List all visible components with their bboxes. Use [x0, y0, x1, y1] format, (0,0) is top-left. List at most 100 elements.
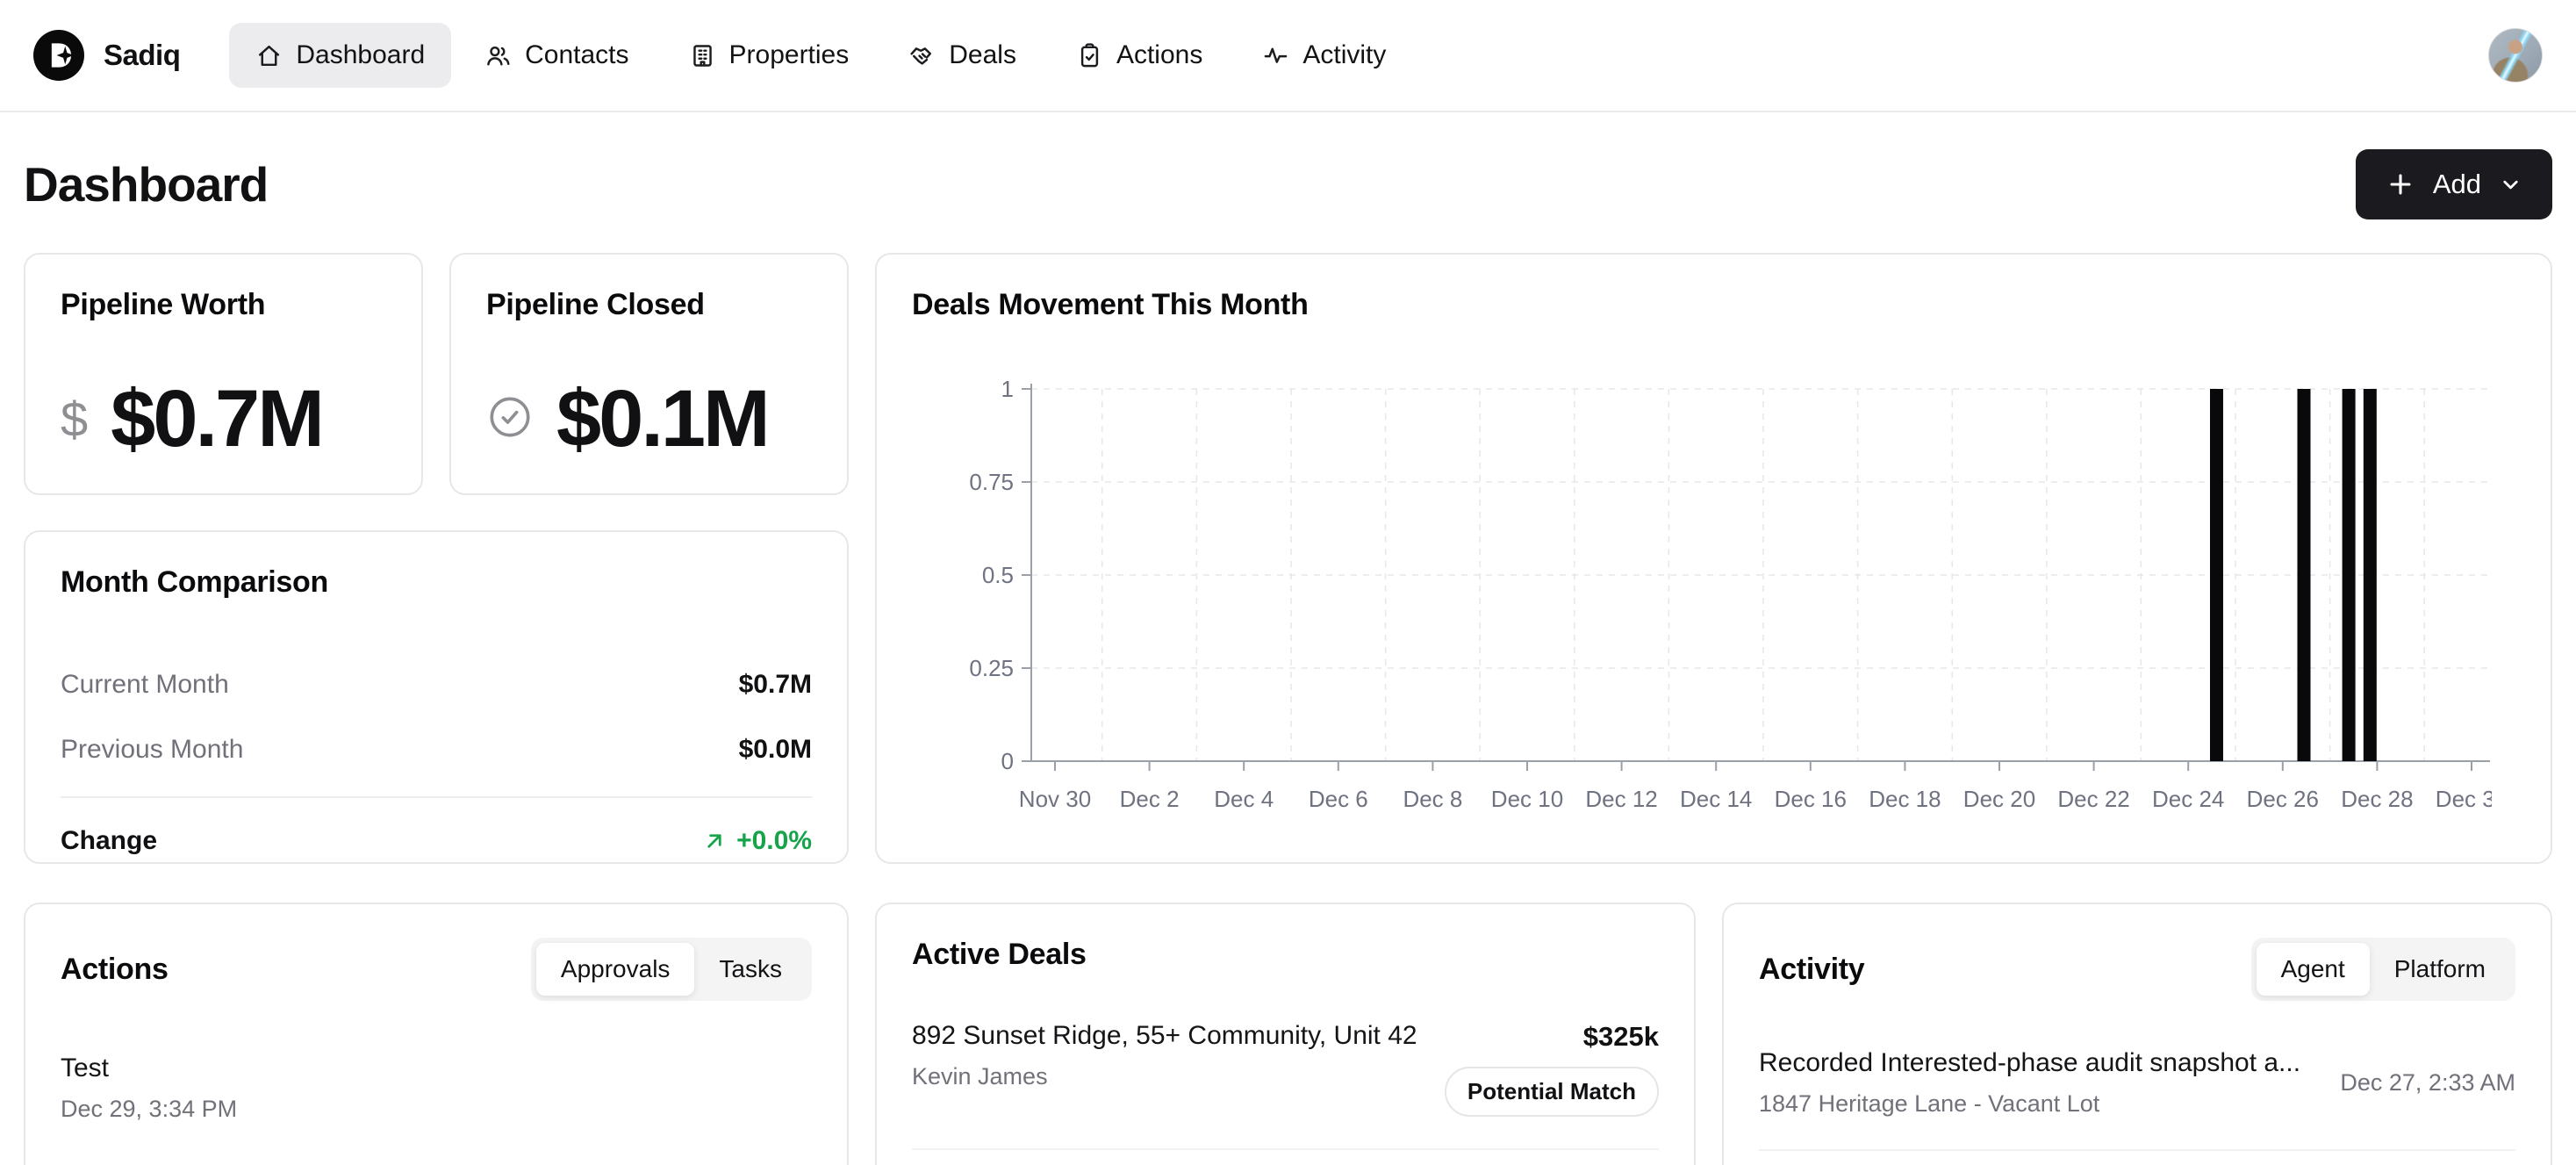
deal-info: 892 Sunset Ridge, 55+ Community, Unit 42…	[912, 1021, 1417, 1117]
pipeline-worth-card: Pipeline Worth $ $0.7M	[24, 253, 423, 495]
chart-y-tick-label: 0.25	[969, 655, 1014, 681]
deal-contact: Kevin James	[912, 1063, 1417, 1090]
user-avatar[interactable]	[2488, 28, 2543, 83]
card-title: Month Comparison	[61, 565, 812, 600]
activity-info: Recorded Interested-phase audit snapshot…	[1759, 1048, 2300, 1118]
chart-x-tick-label: Nov 30	[1019, 786, 1091, 812]
deals-movement-chart: 00.250.50.751Nov 30Dec 2Dec 4Dec 6Dec 8D…	[912, 368, 2515, 831]
row-value: $0.0M	[739, 735, 812, 765]
chart-bar[interactable]	[2343, 389, 2356, 761]
activity-title: Recorded Interested-phase audit snapshot…	[1759, 1048, 2300, 1078]
chart-x-tick-label: Dec 18	[1869, 786, 1941, 812]
nav-item-label: Contacts	[525, 40, 628, 70]
chart-bar[interactable]	[2298, 389, 2311, 761]
handshake-icon	[908, 42, 936, 69]
check-circle-icon	[486, 393, 534, 445]
deal-address: 892 Sunset Ridge, 55+ Community, Unit 42	[912, 1021, 1417, 1051]
stat-value-row: $ $0.7M	[61, 373, 386, 465]
page-header: Dashboard Add	[24, 149, 2552, 219]
arrow-up-right-icon	[701, 828, 728, 854]
main-content: Dashboard Add Pipeline Worth $ $0.7M Pip…	[0, 149, 2576, 1165]
chart-x-tick-label: Dec 20	[1963, 786, 2035, 812]
nav-item-dashboard[interactable]: Dashboard	[229, 23, 451, 88]
nav-item-activity[interactable]: Activity	[1236, 23, 1412, 88]
chart-x-tick-label: Dec 14	[1680, 786, 1752, 812]
chart-title: Deals Movement This Month	[912, 288, 2515, 322]
building-icon	[689, 42, 716, 69]
change-percent: +0.0%	[736, 826, 812, 856]
home-icon	[255, 42, 283, 69]
nav-item-properties[interactable]: Properties	[663, 23, 876, 88]
active-deals-card: Active Deals 892 Sunset Ridge, 55+ Commu…	[875, 903, 1696, 1165]
nav-item-label: Properties	[729, 40, 850, 70]
deal-meta: $325k Potential Match	[1445, 1021, 1659, 1117]
nav-item-label: Actions	[1116, 40, 1202, 70]
pipeline-worth-value: $0.7M	[111, 373, 322, 465]
add-button[interactable]: Add	[2356, 149, 2552, 219]
tab-approvals[interactable]: Approvals	[536, 943, 695, 996]
dollar-icon: $	[61, 391, 88, 448]
tab-agent[interactable]: Agent	[2257, 943, 2370, 996]
stat-value-row: $0.1M	[486, 373, 812, 465]
users-icon	[484, 42, 512, 69]
deal-price: $325k	[1445, 1021, 1659, 1053]
activity-tabs: Agent Platform	[2251, 938, 2515, 1001]
activity-subtitle: 1847 Heritage Lane - Vacant Lot	[1759, 1090, 2300, 1118]
chart-bar[interactable]	[2210, 389, 2223, 761]
chart-x-tick-label: Dec 6	[1309, 786, 1368, 812]
chart-x-tick-label: Dec 4	[1214, 786, 1274, 812]
chart-bar[interactable]	[2364, 389, 2377, 761]
chart-x-tick-label: Dec 10	[1491, 786, 1563, 812]
deal-list-item[interactable]: 892 Sunset Ridge, 55+ Community, Unit 42…	[912, 1021, 1659, 1117]
chart-x-tick-label: Dec 8	[1403, 786, 1462, 812]
nav-item-actions[interactable]: Actions	[1050, 23, 1229, 88]
action-list-item[interactable]: Test Dec 29, 3:34 PM	[61, 1054, 812, 1123]
row-value: $0.7M	[739, 670, 812, 700]
chart-y-tick-label: 1	[1001, 376, 1014, 402]
activity-card: Activity Agent Platform Recorded Interes…	[1722, 903, 2552, 1165]
nav-item-deals[interactable]: Deals	[882, 23, 1043, 88]
chart-x-tick-label: Dec 12	[1585, 786, 1657, 812]
main-nav: Dashboard Contacts Properties Deals Acti…	[229, 23, 1412, 88]
row-label: Previous Month	[61, 735, 243, 765]
tab-tasks[interactable]: Tasks	[694, 943, 807, 996]
potential-match-badge: Potential Match	[1445, 1067, 1659, 1117]
divider	[912, 1148, 1659, 1150]
activity-list-item[interactable]: Recorded Interested-phase audit snapshot…	[1759, 1048, 2515, 1118]
card-title: Activity	[1759, 953, 1864, 987]
month-comparison-card: Month Comparison Current Month $0.7M Pre…	[24, 530, 849, 864]
card-title: Pipeline Closed	[486, 288, 812, 322]
activity-pulse-icon	[1262, 42, 1289, 69]
nav-item-contacts[interactable]: Contacts	[458, 23, 655, 88]
action-title: Test	[61, 1054, 812, 1083]
card-title: Pipeline Worth	[61, 288, 386, 322]
change-label: Change	[61, 826, 157, 856]
comparison-row-change: Change +0.0%	[61, 798, 812, 856]
chevron-down-icon	[2499, 173, 2522, 197]
chart-x-tick-label: Dec 16	[1775, 786, 1847, 812]
month-comparison-rows: Current Month $0.7M Previous Month $0.0M…	[61, 652, 812, 856]
deals-movement-card: Deals Movement This Month 00.250.50.751N…	[875, 253, 2552, 864]
plus-icon	[2386, 169, 2415, 199]
card-head: Actions Approvals Tasks	[61, 938, 812, 1001]
actions-tabs: Approvals Tasks	[531, 938, 812, 1001]
activity-timestamp: Dec 27, 2:33 AM	[2340, 1069, 2515, 1097]
chart-x-tick-label: Dec 22	[2057, 786, 2129, 812]
comparison-row-previous: Previous Month $0.0M	[61, 717, 812, 782]
brand-name: Sadiq	[104, 39, 180, 72]
actions-card: Actions Approvals Tasks Test Dec 29, 3:3…	[24, 903, 849, 1165]
brand-logo-icon	[33, 30, 84, 81]
nav-item-label: Dashboard	[296, 40, 425, 70]
chart-x-tick-label: Dec 30	[2436, 786, 2492, 812]
card-title: Actions	[61, 953, 169, 987]
chart-y-tick-label: 0.5	[982, 562, 1014, 588]
nav-item-label: Activity	[1302, 40, 1386, 70]
chart-x-tick-label: Dec 24	[2152, 786, 2224, 812]
chart-y-tick-label: 0	[1001, 748, 1014, 774]
bottom-grid: Actions Approvals Tasks Test Dec 29, 3:3…	[24, 903, 2552, 1165]
chart-x-tick-label: Dec 2	[1120, 786, 1180, 812]
stats-grid: Pipeline Worth $ $0.7M Pipeline Closed $…	[24, 253, 2552, 864]
add-button-label: Add	[2433, 169, 2481, 200]
dashboard-page: Sadiq Dashboard Contacts Properties Deal…	[0, 0, 2576, 1165]
tab-platform[interactable]: Platform	[2370, 943, 2510, 996]
